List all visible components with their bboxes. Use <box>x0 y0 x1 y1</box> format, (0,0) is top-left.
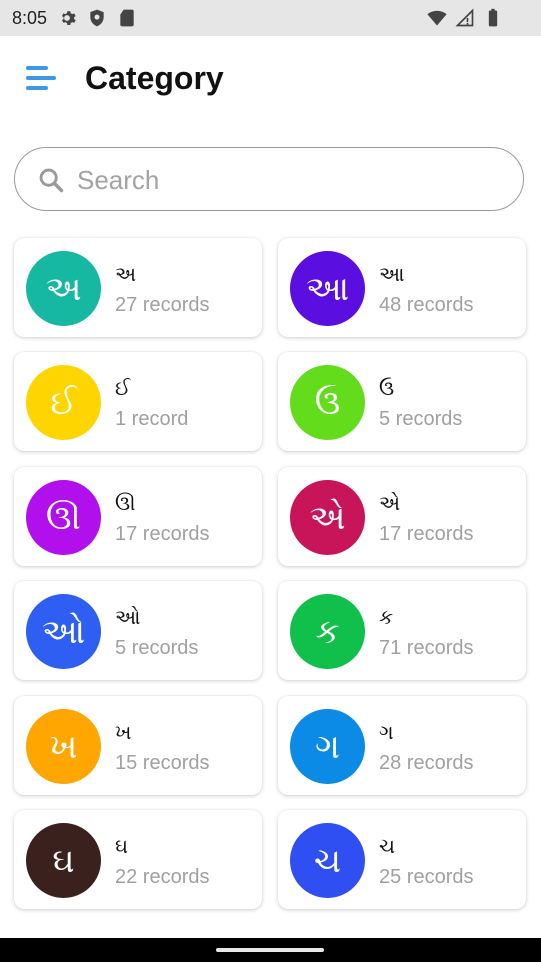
category-label: ઓ <box>115 605 141 629</box>
category-record-count: 27 records <box>115 294 210 316</box>
category-record-count: 17 records <box>379 523 474 545</box>
category-record-count: 5 records <box>115 637 199 659</box>
category-record-count: 22 records <box>115 866 210 888</box>
category-record-count: 17 records <box>115 523 210 545</box>
category-card[interactable]: આ આ 48 records <box>278 238 526 337</box>
category-avatar: અ <box>26 251 101 326</box>
shield-icon <box>90 9 104 27</box>
search-input[interactable] <box>75 162 499 198</box>
status-time: 8:05 <box>12 7 48 28</box>
category-label: ઉ <box>379 376 395 400</box>
category-card[interactable]: ઈઈ 1 record <box>14 352 262 451</box>
status-bar: 8:05 <box>0 0 541 36</box>
category-avatar: ખ <box>26 709 101 784</box>
category-avatar: ઘ <box>26 823 101 898</box>
category-avatar: ઓ <box>26 594 101 669</box>
category-record-count: 1 record <box>115 408 189 430</box>
category-label: ચ <box>379 834 395 858</box>
gear-icon <box>61 11 76 26</box>
category-record-count: 15 records <box>115 752 210 774</box>
category-card[interactable]: ક ક 71 records <box>278 581 526 680</box>
category-card[interactable]: અ અ 27 records <box>14 238 262 337</box>
menu-icon[interactable] <box>26 66 58 94</box>
navigation-bar <box>0 938 541 962</box>
category-avatar: આ <box>290 251 365 326</box>
app-header <box>0 36 541 126</box>
page-title: Category <box>85 60 224 96</box>
category-avatar: ઈ <box>26 365 101 440</box>
category-avatar: ક <box>290 594 365 669</box>
category-card[interactable]: એ એ 17 records <box>278 467 526 566</box>
battery-icon <box>488 8 498 27</box>
category-label: ક <box>379 605 394 629</box>
category-label: એ <box>379 491 401 515</box>
category-label: ઊ <box>115 491 136 515</box>
category-record-count: 48 records <box>379 294 474 316</box>
category-record-count: 25 records <box>379 866 474 888</box>
category-record-count: 28 records <box>379 752 474 774</box>
category-card[interactable]: ઓઓ 5 records <box>14 581 262 680</box>
category-label: ઈ <box>115 376 131 400</box>
category-avatar: ઊ <box>26 480 101 555</box>
category-label: આ <box>379 262 405 286</box>
category-label: ખ <box>115 720 132 744</box>
signal-icon <box>455 8 474 27</box>
category-avatar: એ <box>290 480 365 555</box>
search-box[interactable] <box>14 147 524 211</box>
category-avatar: ચ <box>290 823 365 898</box>
category-avatar: ઉ <box>290 365 365 440</box>
home-indicator[interactable] <box>216 948 324 952</box>
category-card[interactable]: ખ ખ 15 records <box>14 696 262 795</box>
category-label: અ <box>115 262 137 286</box>
category-avatar: ગ <box>290 709 365 784</box>
category-card[interactable]: ઉઉ 5 records <box>278 352 526 451</box>
category-record-count: 71 records <box>379 637 474 659</box>
category-card[interactable]: ગ ગ 28 records <box>278 696 526 795</box>
category-record-count: 5 records <box>379 408 463 430</box>
category-card[interactable]: ઘ ઘ 22 records <box>14 810 262 909</box>
wifi-icon <box>427 10 447 26</box>
category-card[interactable]: ચ ચ 25 records <box>278 810 526 909</box>
category-label: ગ <box>379 720 394 744</box>
search-icon <box>39 168 64 193</box>
category-label: ઘ <box>115 834 129 858</box>
sd-card-icon <box>120 9 134 27</box>
category-card[interactable]: ઊ ઊ 17 records <box>14 467 262 566</box>
